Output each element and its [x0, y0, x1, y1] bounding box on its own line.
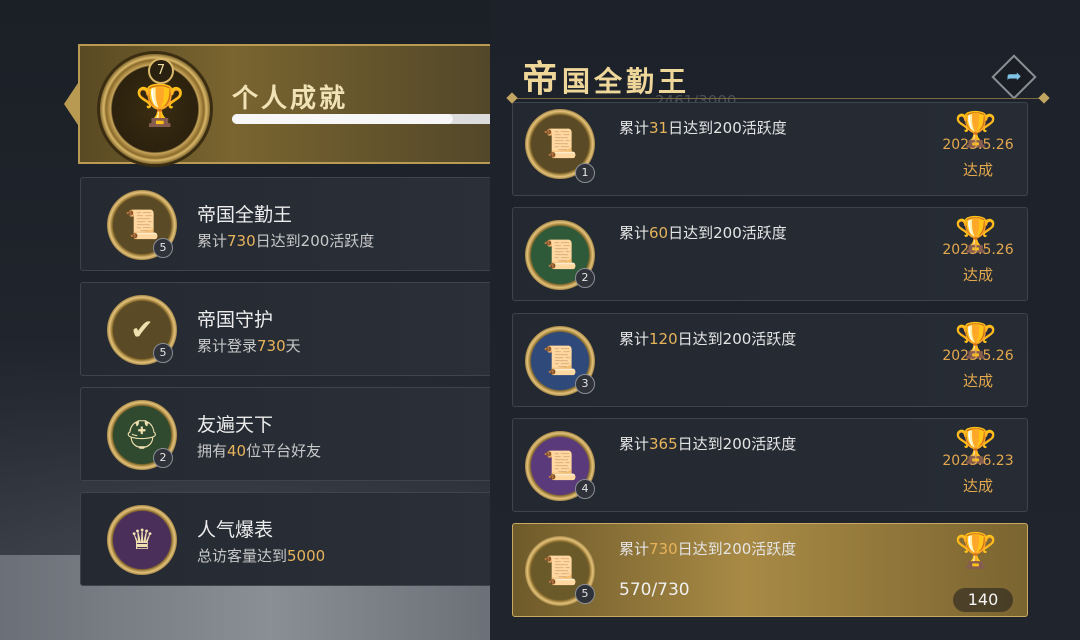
trophy-icon: 🏆 [135, 83, 185, 129]
desc-suffix: 日达到200活跃度 [255, 232, 375, 250]
level-progress-bar [232, 114, 502, 124]
desc-suffix: 日达到200活跃度 [677, 330, 797, 348]
milestone-card-current[interactable]: 📜 5 累计730日达到200活跃度 🏆 570/730 140 [512, 523, 1028, 617]
achievement-name: 友遍天下 [197, 414, 274, 436]
achievement-card[interactable]: ⛑ 2 友遍天下 拥有40位平台好友 [80, 387, 500, 481]
achievement-card[interactable]: ✔ 5 帝国守护 累计登录730天 [80, 282, 500, 376]
tier-badge: 1 [575, 163, 595, 183]
tier-badge: 4 [575, 479, 595, 499]
page-title: 个人成就 [232, 84, 349, 114]
milestone-progress: 570/730 [619, 580, 690, 600]
desc-prefix: 累计 [619, 224, 650, 242]
detail-title-rest: 国全勤王 [562, 65, 691, 98]
achievement-name: 帝国全勤王 [197, 204, 293, 226]
level-progress-fill [232, 114, 454, 124]
milestone-card[interactable]: 📜 1 累计31日达到200活跃度 🏆 2023.5.26 达成 [512, 102, 1028, 196]
desc-number: 730 [257, 337, 286, 355]
achievement-medal: ♛ [107, 505, 177, 575]
trophy-icon: 🏆 [954, 531, 998, 571]
tier-badge: 2 [153, 448, 173, 468]
desc-suffix: 位平台好友 [246, 442, 322, 460]
completion-status: 达成 [962, 477, 993, 495]
desc-prefix: 累计登录 [197, 337, 258, 355]
desc-prefix: 累计 [197, 232, 228, 250]
desc-suffix: 日达到200活跃度 [677, 540, 797, 558]
level-badge: 7 [148, 58, 174, 84]
desc-number: 5000 [287, 547, 326, 565]
detail-title: 帝国全勤王 [522, 50, 690, 102]
achievement-desc: 累计登录730天 [197, 335, 301, 356]
milestone-desc: 累计120日达到200活跃度 [619, 328, 796, 349]
achievement-name: 人气爆表 [197, 519, 274, 541]
completion-status: 达成 [962, 372, 993, 390]
desc-prefix: 累计 [619, 330, 650, 348]
desc-prefix: 拥有 [197, 442, 228, 460]
desc-number: 31 [649, 119, 669, 137]
milestone-desc: 累计730日达到200活跃度 [619, 538, 796, 559]
completion-date: 2023.6.23 [942, 453, 1014, 469]
achievement-detail-panel: 2461/3000 帝国全勤王 ➦ 📜 1 累计31日达到200活跃度 🏆 2023.5… [490, 0, 1080, 640]
milestone-card[interactable]: 📜 3 累计120日达到200活跃度 🏆 2023.5.26 达成 [512, 313, 1028, 407]
desc-prefix: 总访客量达到 [197, 547, 288, 565]
desc-number: 730 [649, 540, 678, 558]
desc-suffix: 日达到200活跃度 [668, 224, 787, 242]
tier-badge: 5 [153, 343, 173, 363]
milestone-card[interactable]: 📜 2 累计60日达到200活跃度 🏆 2023.5.26 达成 [512, 207, 1028, 301]
tier-badge: 3 [575, 374, 595, 394]
share-arrow-icon: ➦ [1006, 66, 1022, 87]
share-button[interactable]: ➦ [991, 54, 1037, 100]
desc-prefix: 累计 [619, 435, 650, 453]
desc-prefix: 累计 [619, 119, 650, 137]
completion-status: 达成 [962, 266, 993, 284]
completion-date: 2023.5.26 [942, 137, 1014, 153]
desc-suffix: 天 [285, 337, 301, 355]
achievement-desc: 总访客量达到5000 [197, 545, 325, 566]
detail-title-first: 帝 [522, 59, 563, 100]
completion-date: 2023.5.26 [942, 242, 1014, 258]
achievement-name: 帝国守护 [197, 309, 274, 331]
crown-icon: ♛ [129, 523, 155, 556]
tier-badge: 2 [575, 268, 595, 288]
reward-amount[interactable]: 140 [953, 588, 1013, 612]
desc-number: 40 [227, 442, 247, 460]
desc-suffix: 日达到200活跃度 [677, 435, 797, 453]
achievement-desc: 累计730日达到200活跃度 [197, 230, 374, 251]
milestone-card[interactable]: 📜 4 累计365日达到200活跃度 🏆 2023.6.23 达成 [512, 418, 1028, 512]
desc-number: 365 [649, 435, 678, 453]
desc-number: 120 [649, 330, 678, 348]
divider-ornament-right [1038, 92, 1050, 104]
tier-badge: 5 [153, 238, 173, 258]
desc-number: 60 [649, 224, 669, 242]
tier-badge: 5 [575, 584, 595, 604]
desc-suffix: 日达到200活跃度 [668, 119, 787, 137]
achievement-card[interactable]: 📜 5 帝国全勤王 累计730日达到200活跃度 [80, 177, 500, 271]
title-divider [510, 98, 1046, 99]
completion-date: 2023.5.26 [942, 348, 1014, 364]
achievement-desc: 拥有40位平台好友 [197, 440, 321, 461]
milestone-desc: 累计60日达到200活跃度 [619, 222, 787, 243]
achievement-list-panel: 🏆 7 个人成就 📜 5 帝国全勤王 累计730日达到200活跃度 ✔ 5 帝国守护 累计登录… [0, 0, 518, 586]
achievement-card[interactable]: ♛ 人气爆表总访客量达到5000 [80, 492, 500, 586]
milestone-desc: 累计365日达到200活跃度 [619, 433, 796, 454]
desc-prefix: 累计 [619, 540, 650, 558]
completion-status: 达成 [962, 161, 993, 179]
desc-number: 730 [227, 232, 256, 250]
milestone-desc: 累计31日达到200活跃度 [619, 117, 787, 138]
